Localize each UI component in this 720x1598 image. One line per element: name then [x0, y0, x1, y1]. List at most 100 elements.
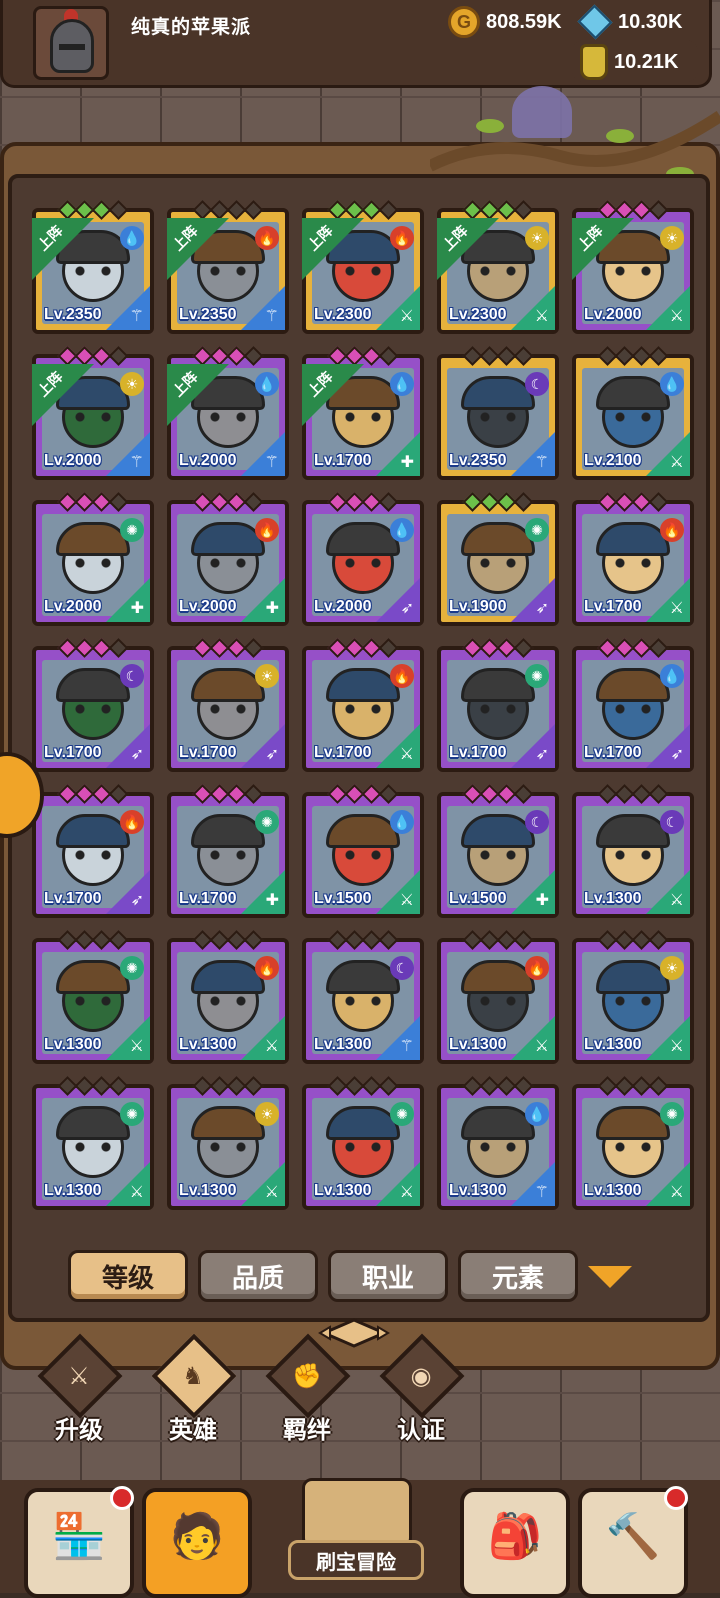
fire-element-icon: 🔥: [255, 226, 279, 250]
hero-level: Lv.1700: [584, 598, 642, 615]
tab-heroes[interactable]: ♞ 英雄: [146, 1333, 240, 1446]
wind-element-icon: ✺: [120, 1102, 144, 1126]
bow-class-icon: ➶: [265, 746, 279, 763]
backpack-icon: 🎒: [487, 1512, 543, 1561]
star-icon: [243, 200, 264, 220]
bow-class-icon: ➶: [400, 600, 414, 617]
hero-card[interactable]: ☀ ⚔ Lv.1300: [167, 1076, 289, 1210]
hero-card[interactable]: 💧 ⚚ Lv.2350 上阵: [32, 200, 154, 334]
nav-forge-button[interactable]: 🔨: [578, 1486, 688, 1598]
hero-card[interactable]: ☾ ⚚ Lv.1300: [302, 930, 424, 1064]
hero-card[interactable]: ☀ ⚚ Lv.2000 上阵: [32, 346, 154, 480]
hero-card[interactable]: ☀ ⚔ Lv.2300 上阵: [437, 200, 559, 334]
hero-card[interactable]: ✺ ✚ Lv.1700: [167, 784, 289, 918]
star-icon: [378, 1076, 399, 1096]
shop-icon: 🏪: [51, 1512, 107, 1561]
hero-card[interactable]: 🔥 ⚔ Lv.1300: [167, 930, 289, 1064]
hero-stars: [192, 930, 264, 950]
star-icon: [108, 638, 129, 658]
hero-eyes: [342, 850, 384, 860]
hero-level: Lv.1500: [314, 890, 372, 907]
hero-card[interactable]: 💧 ➶ Lv.1700: [572, 638, 694, 772]
hero-eyes: [477, 266, 519, 276]
hero-hair: [461, 1106, 535, 1140]
hero-card[interactable]: ✺ ⚔ Lv.1300: [32, 1076, 154, 1210]
deployed-label: 上阵: [169, 222, 201, 254]
sort-by-class-button[interactable]: 职业: [328, 1250, 448, 1302]
hero-card[interactable]: ☾ ⚔ Lv.1300: [572, 784, 694, 918]
hero-card[interactable]: ☾ ➶ Lv.1700: [32, 638, 154, 772]
hero-hair: [326, 668, 400, 702]
hero-card[interactable]: 💧 ⚔ Lv.2100: [572, 346, 694, 480]
hero-level: Lv.1700: [449, 744, 507, 761]
deployed-label: 上阵: [304, 222, 336, 254]
sort-by-level-button[interactable]: 等级: [68, 1250, 188, 1302]
hero-card[interactable]: ✺ ⚔ Lv.1300: [572, 1076, 694, 1210]
sword-class-icon: ⚔: [669, 454, 684, 471]
hero-card[interactable]: ☀ ⚔ Lv.1300: [572, 930, 694, 1064]
hero-stars: [327, 492, 399, 512]
hero-card[interactable]: ☾ ✚ Lv.1500: [437, 784, 559, 918]
hero-card[interactable]: 💧 ⚚ Lv.1300: [437, 1076, 559, 1210]
nav-bag-button[interactable]: 🎒: [460, 1488, 570, 1598]
hero-card[interactable]: ✺ ✚ Lv.2000: [32, 492, 154, 626]
hero-card[interactable]: 🔥 ⚔ Lv.2300 上阵: [302, 200, 424, 334]
nav-heroes-button[interactable]: 🧑: [142, 1488, 252, 1598]
tab-upgrade-label: 升级: [55, 1417, 103, 1444]
star-icon: [513, 200, 534, 220]
hero-card[interactable]: ✺ ⚔ Lv.1300: [32, 930, 154, 1064]
hero-card[interactable]: 🔥 ⚔ Lv.1700: [302, 638, 424, 772]
hero-card[interactable]: 💧 ✚ Lv.1700 上阵: [302, 346, 424, 480]
nav-adventure-button[interactable]: 刷宝冒险: [262, 1470, 450, 1593]
sort-by-element-button[interactable]: 元素: [458, 1250, 578, 1302]
sort-order-arrow-icon[interactable]: [588, 1266, 632, 1288]
hero-card[interactable]: ✺ ➶ Lv.1900: [437, 492, 559, 626]
hero-stars: [327, 930, 399, 950]
star-icon: [243, 346, 264, 366]
sort-by-quality-button[interactable]: 品质: [198, 1250, 318, 1302]
hero-eyes: [72, 1142, 114, 1152]
hero-card[interactable]: ✺ ⚔ Lv.1300: [302, 1076, 424, 1210]
hero-hair: [191, 1106, 265, 1140]
gold-currency[interactable]: G 808.59K: [448, 6, 562, 38]
hero-level: Lv.2000: [44, 598, 102, 615]
hero-card[interactable]: 💧 ⚚ Lv.2000 上阵: [167, 346, 289, 480]
gem-currency[interactable]: 10.30K: [577, 4, 683, 40]
hero-card[interactable]: ☀ ⚔ Lv.2000 上阵: [572, 200, 694, 334]
hero-stars: [462, 346, 534, 366]
hero-level: Lv.2000: [179, 452, 237, 469]
wind-element-icon: ✺: [255, 810, 279, 834]
star-icon: [378, 930, 399, 950]
potion-currency[interactable]: 10.21K: [580, 44, 679, 80]
hero-card[interactable]: 💧 ➶ Lv.2000: [302, 492, 424, 626]
tab-certify[interactable]: ◉ 认证: [374, 1333, 468, 1446]
hero-card[interactable]: 🔥 ✚ Lv.2000: [167, 492, 289, 626]
hero-card[interactable]: 🔥 ⚔ Lv.1300: [437, 930, 559, 1064]
star-icon: [648, 1076, 669, 1096]
fire-element-icon: 🔥: [390, 226, 414, 250]
deployed-label: 上阵: [304, 368, 336, 400]
hero-card[interactable]: ☀ ➶ Lv.1700: [167, 638, 289, 772]
shield-class-icon: ✚: [265, 892, 279, 909]
wand-class-icon: ⚚: [129, 308, 144, 325]
player-avatar[interactable]: [33, 6, 109, 80]
hero-eyes: [207, 266, 249, 276]
nav-shop-button[interactable]: 🏪: [24, 1486, 134, 1598]
star-icon: [648, 492, 669, 512]
star-icon: [648, 930, 669, 950]
hero-level: Lv.1300: [449, 1036, 507, 1053]
hero-card[interactable]: ☾ ⚚ Lv.2350: [437, 346, 559, 480]
sword-class-icon: ⚔: [669, 308, 684, 325]
tab-upgrade[interactable]: ⚔ 升级: [32, 1333, 126, 1446]
tab-bonds[interactable]: ✊ 羁绊: [260, 1333, 354, 1446]
hero-level: Lv.2350: [44, 306, 102, 323]
hero-card[interactable]: 🔥 ⚔ Lv.1700: [572, 492, 694, 626]
hero-card[interactable]: ✺ ➶ Lv.1700: [437, 638, 559, 772]
hero-card[interactable]: 💧 ⚔ Lv.1500: [302, 784, 424, 918]
hero-card[interactable]: 🔥 ➶ Lv.1700: [32, 784, 154, 918]
sword-class-icon: ⚔: [399, 308, 414, 325]
hero-card[interactable]: 🔥 ⚚ Lv.2350 上阵: [167, 200, 289, 334]
gold-amount: 808.59K: [486, 10, 562, 33]
hero-stars: [327, 638, 399, 658]
hero-stars: [462, 784, 534, 804]
